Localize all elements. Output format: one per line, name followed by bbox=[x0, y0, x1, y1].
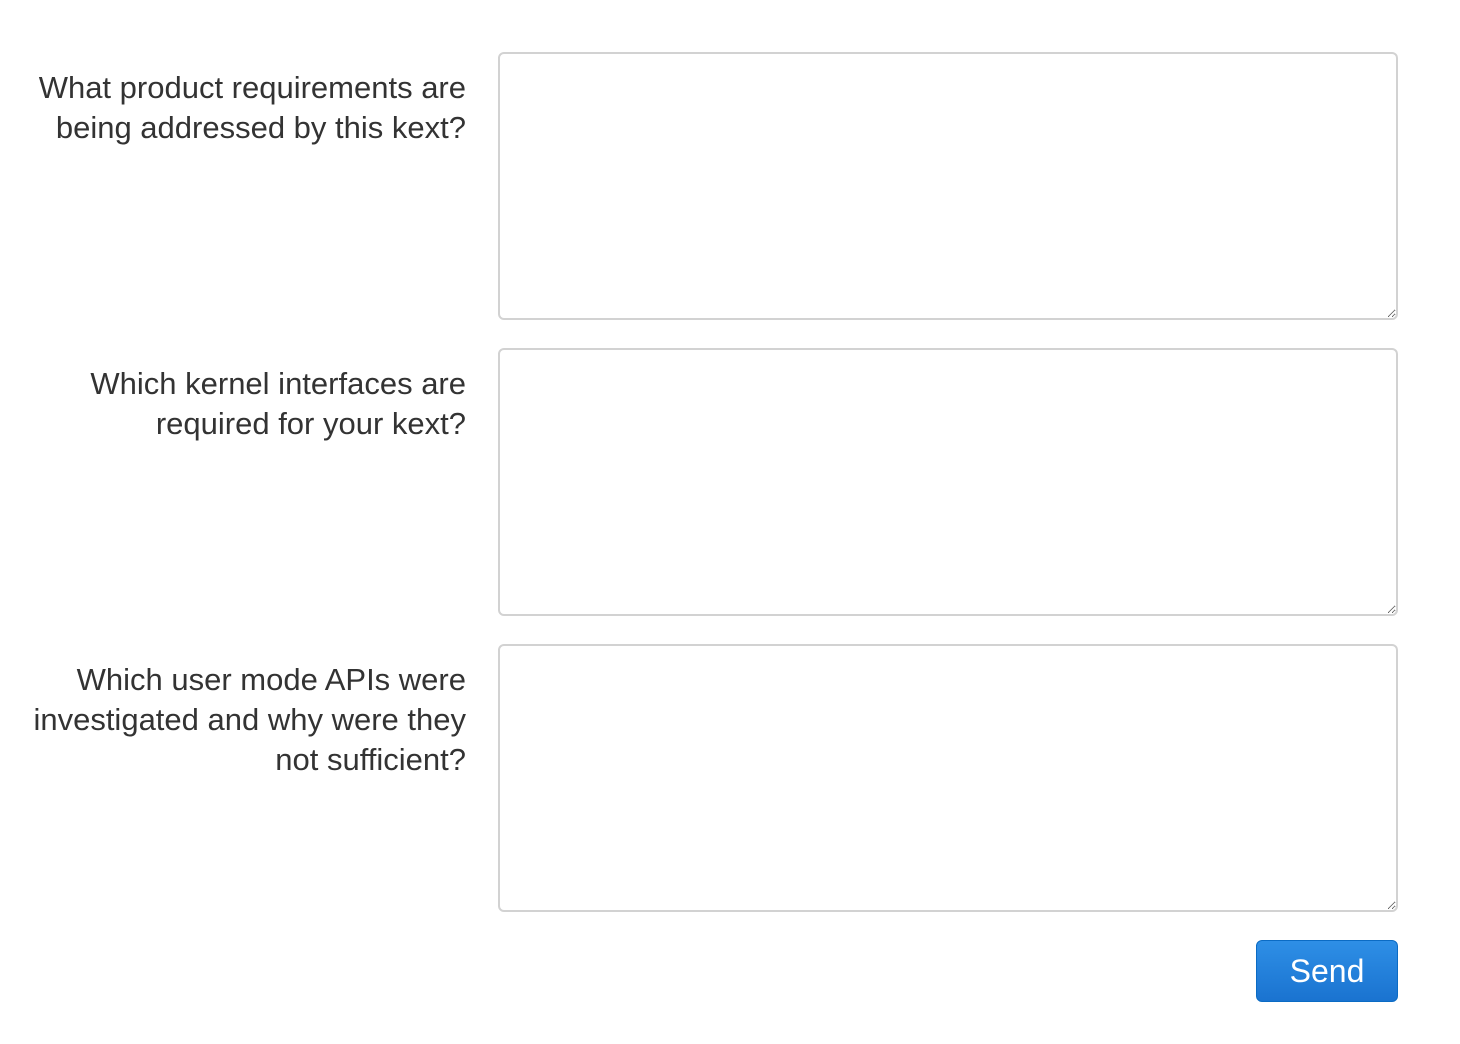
user-mode-apis-label: Which user mode APIs were investigated a… bbox=[33, 662, 466, 777]
user-mode-apis-textarea[interactable] bbox=[498, 644, 1398, 912]
kernel-interfaces-label: Which kernel interfaces are required for… bbox=[90, 366, 466, 441]
kernel-interfaces-textarea[interactable] bbox=[498, 348, 1398, 616]
product-requirements-label: What product requirements are being addr… bbox=[38, 70, 466, 145]
product-requirements-textarea[interactable] bbox=[498, 52, 1398, 320]
send-button[interactable]: Send bbox=[1256, 940, 1398, 1002]
